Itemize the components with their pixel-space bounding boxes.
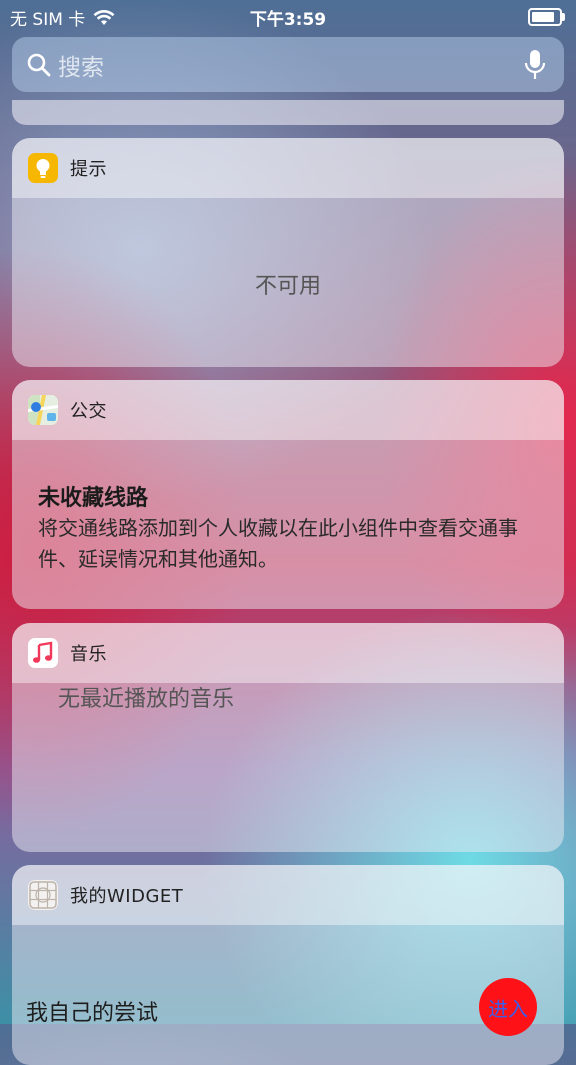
transit-description: 将交通线路添加到个人收藏以在此小组件中查看交通事件、延误情况和其他通知。 [38,516,518,571]
battery-level [532,12,554,22]
status-time: 下午3:59 [249,10,327,30]
tips-widget-body: 不可用 [12,198,564,367]
no-favorite-routes-heading: 未收藏线路 [38,486,149,511]
my-widget-text: 我自己的尝试 [26,1001,159,1026]
my-widget-title: 我的WIDGET [70,886,184,907]
maps-icon [28,395,58,425]
transit-widget: 公交 未收藏线路 将交通线路添加到个人收藏以在此小组件中查看交通事件、延误情况和… [12,380,564,609]
music-note-icon [28,638,58,668]
grid-icon [28,880,58,910]
tips-widget: 提示 不可用 [12,138,564,367]
music-widget-body[interactable]: 无最近播放的音乐 [12,683,564,852]
no-recent-music-message: 无最近播放的音乐 [58,687,235,712]
my-widget: 我的WIDGET 我自己的尝试 进入 [12,865,564,1065]
collapsed-widget-edge [12,100,564,125]
tips-widget-title: 提示 [70,159,107,180]
transit-widget-body[interactable]: 未收藏线路 将交通线路添加到个人收藏以在此小组件中查看交通事件、延误情况和其他通… [12,440,564,609]
my-widget-header[interactable]: 我的WIDGET [12,865,564,925]
music-widget-title: 音乐 [70,644,107,665]
microphone-icon[interactable] [522,48,548,82]
status-bar: 无 SIM 卡 下午3:59 [0,0,576,34]
music-widget-header[interactable]: 音乐 [12,623,564,683]
enter-button[interactable]: 进入 [479,978,537,1036]
lightbulb-icon [28,153,58,183]
transit-widget-header[interactable]: 公交 [12,380,564,440]
music-widget: 音乐 无最近播放的音乐 [12,623,564,852]
search-input[interactable]: 搜索 [58,48,522,82]
search-icon [27,53,51,76]
search-bar[interactable]: 搜索 [12,37,564,92]
transit-widget-title: 公交 [70,401,107,422]
unavailable-message: 不可用 [254,274,321,299]
tips-widget-header[interactable]: 提示 [12,138,564,198]
battery-icon [528,8,565,26]
my-widget-body: 我自己的尝试 进入 [12,925,564,1065]
